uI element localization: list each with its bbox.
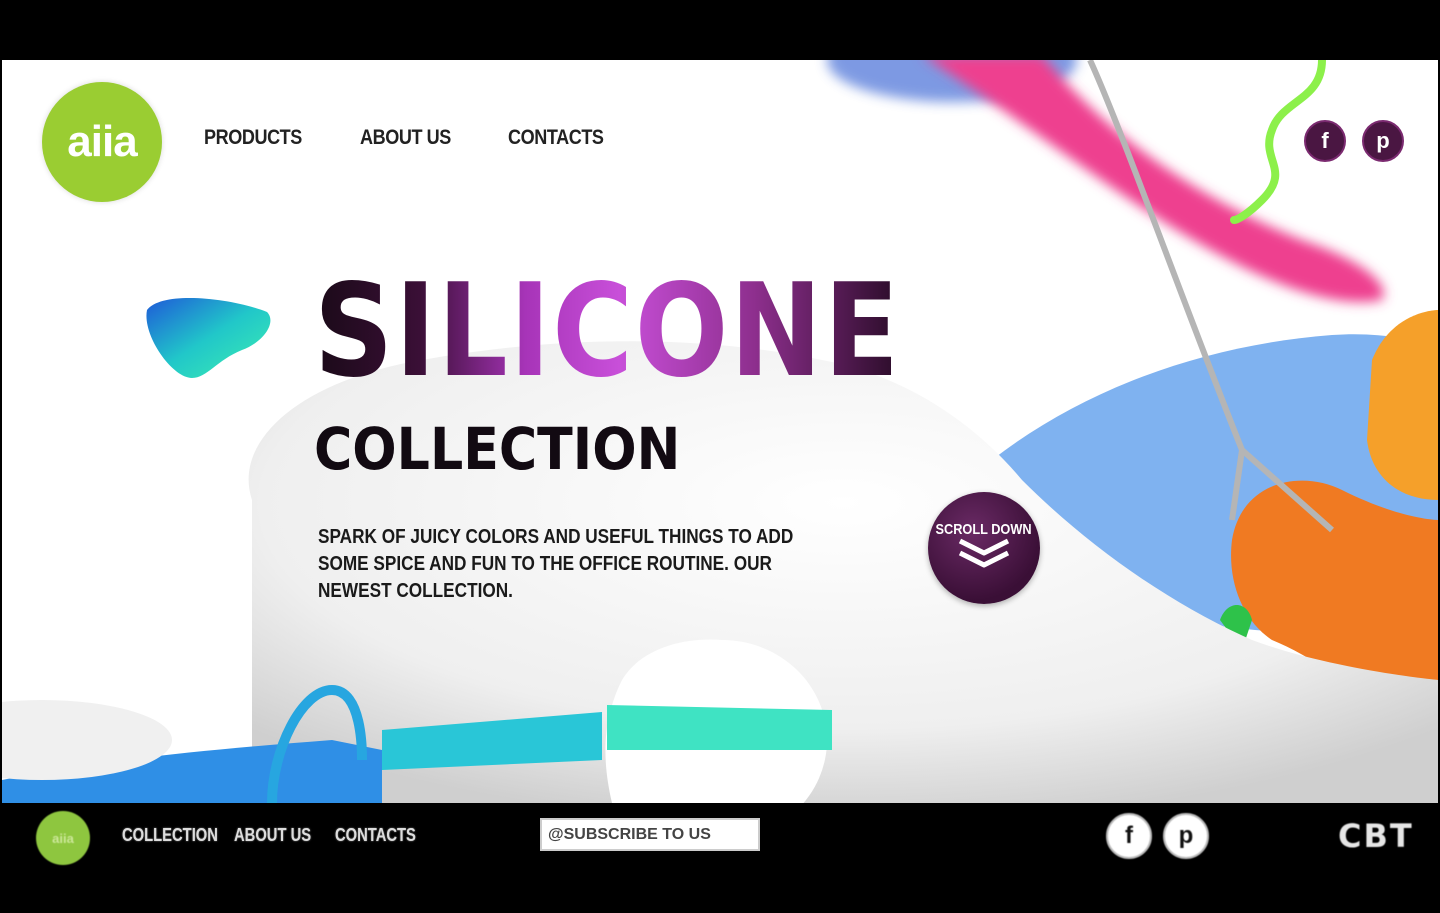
facebook-icon[interactable]: f [1304, 120, 1346, 162]
pinterest-icon[interactable]: p [1362, 120, 1404, 162]
nav-item-products[interactable]: PRODUCTS [204, 126, 302, 150]
hero-title: SILICONE [314, 257, 901, 406]
nav-item-contacts[interactable]: CONTACTS [508, 126, 604, 150]
footer-facebook-icon[interactable]: f [1106, 813, 1152, 859]
footer: aiia COLLECTION ABOUT US CONTACTS f p CB… [0, 803, 1440, 913]
footer-logo[interactable]: aiia [36, 811, 90, 865]
subscribe-input[interactable] [540, 818, 760, 851]
footer-nav-contacts[interactable]: CONTACTS [335, 825, 416, 846]
hero-subtitle: COLLECTION [314, 415, 681, 483]
footer-nav-collection[interactable]: COLLECTION [122, 825, 218, 846]
footer-nav-about-us[interactable]: ABOUT US [234, 825, 311, 846]
hero-background-art [2, 60, 1438, 803]
hero-description: SPARK OF JUICY COLORS AND USEFUL THINGS … [318, 526, 794, 602]
brand-logo[interactable]: aiia [42, 82, 162, 202]
nav-item-about-us[interactable]: ABOUT US [360, 126, 451, 150]
app-frame: aiia PRODUCTS ABOUT US CONTACTS f p SILI… [0, 0, 1440, 913]
scroll-down-button[interactable]: SCROLL DOWN [928, 492, 1040, 604]
hero-section: aiia PRODUCTS ABOUT US CONTACTS f p SILI… [2, 60, 1438, 803]
chevron-double-down-icon [958, 538, 1010, 567]
watermark-logo: CBT [1338, 817, 1414, 855]
main-nav: PRODUCTS ABOUT US CONTACTS [204, 126, 619, 150]
footer-pinterest-icon[interactable]: p [1163, 813, 1209, 859]
scroll-down-label: SCROLL DOWN [935, 520, 1033, 538]
